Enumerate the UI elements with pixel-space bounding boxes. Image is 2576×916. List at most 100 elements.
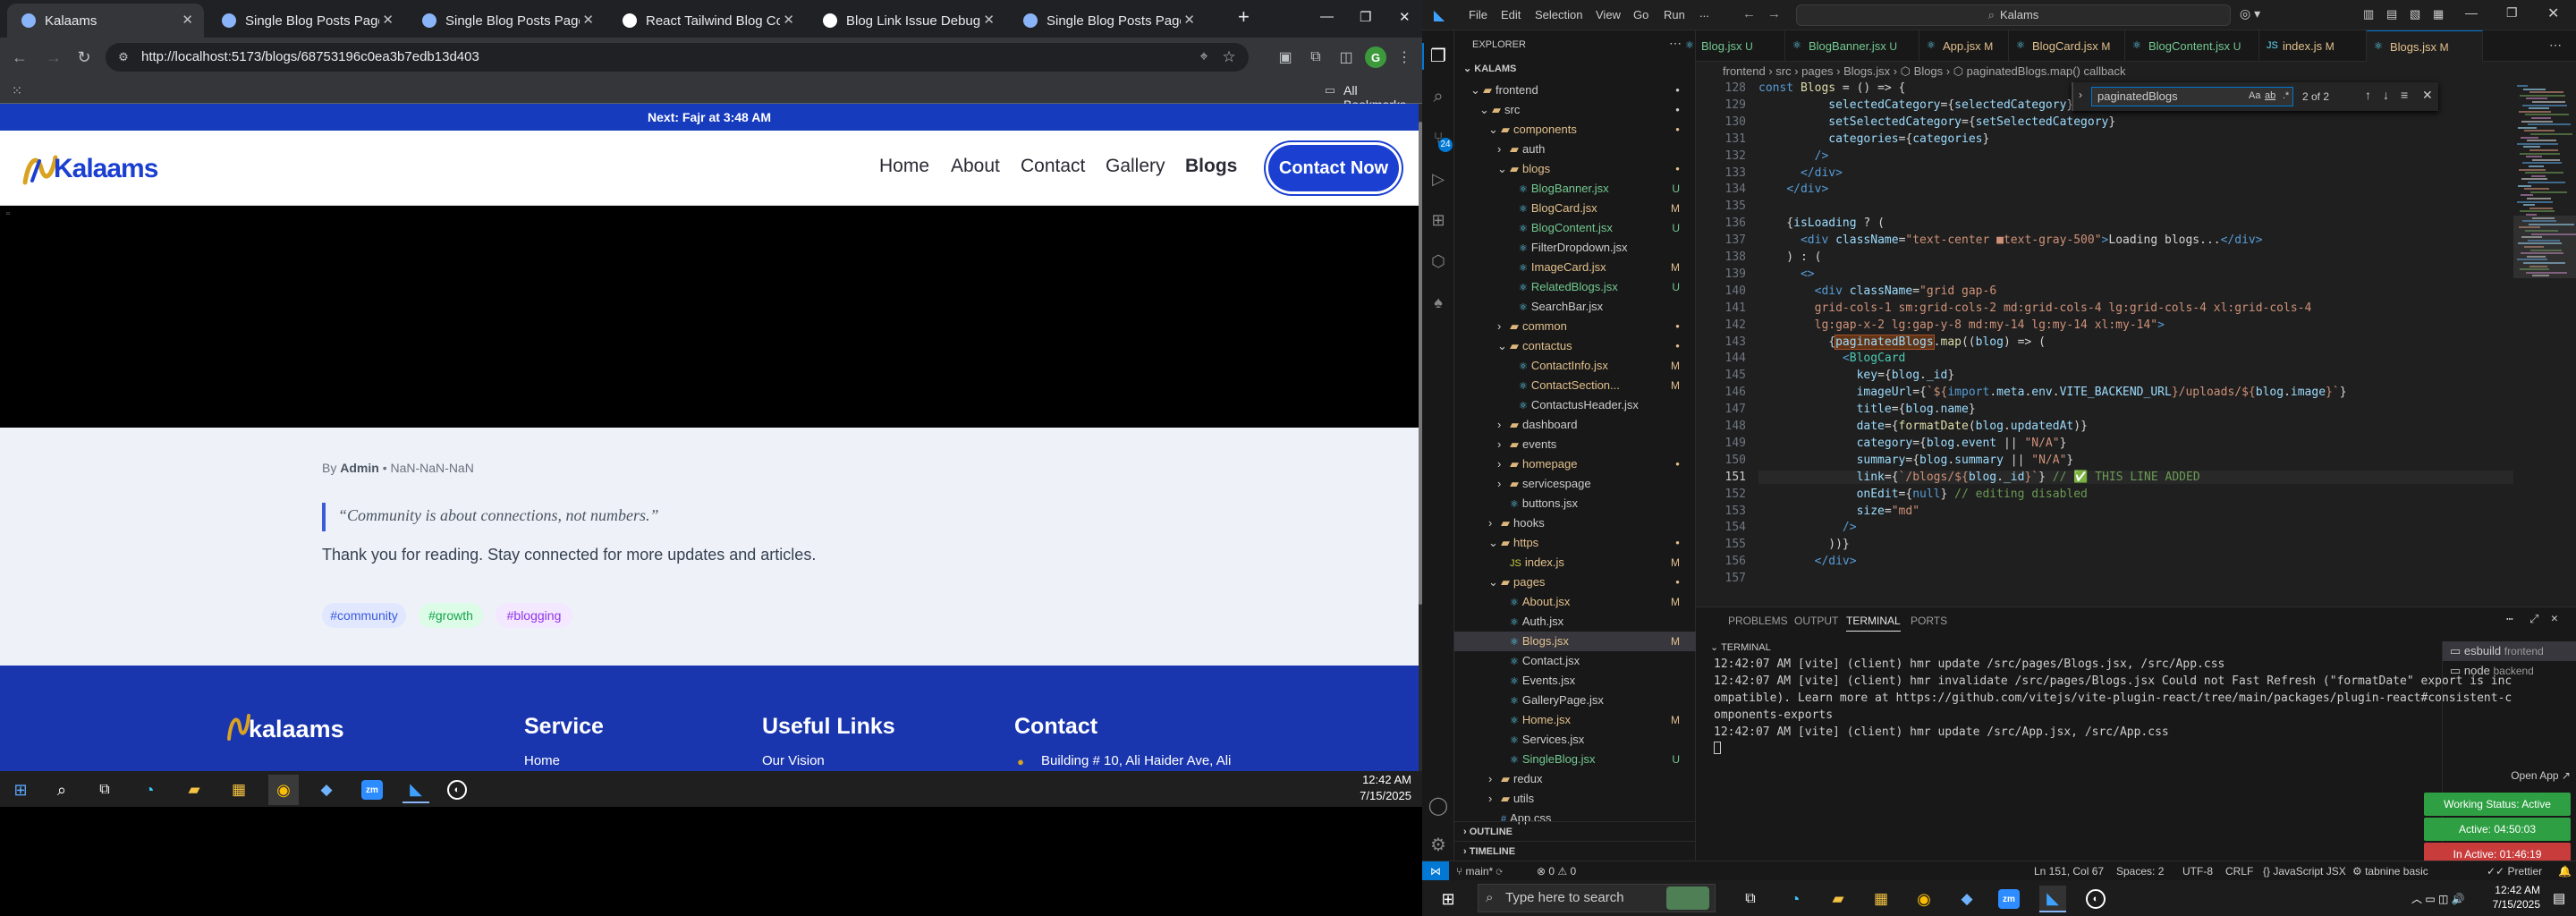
tag-growth[interactable]: #growth (419, 603, 483, 628)
tab-terminal[interactable]: TERMINAL (1846, 615, 1901, 632)
chrome-taskbar-icon[interactable]: ◉ (268, 775, 299, 805)
code-line[interactable]: onEdit={null} // editing disabled (1758, 488, 2088, 501)
location-icon[interactable]: ⌖ (1195, 48, 1213, 66)
workspace-root[interactable]: ⌄ KALAMS (1463, 63, 1516, 74)
code-line[interactable]: </div> (1758, 166, 1843, 180)
browser-tab[interactable]: Single Blog Posts Page Design✕ (1009, 4, 1206, 38)
breadcrumb[interactable]: frontend › src › pages › Blogs.jsx › ⬡ B… (1696, 62, 2576, 81)
edge-icon[interactable]: ◔ (140, 780, 159, 800)
minimap-viewport[interactable] (2513, 216, 2576, 278)
vscode-icon[interactable]: ◣ (402, 776, 429, 803)
folder-item[interactable]: › ▰ servicespage (1454, 474, 1696, 494)
notifications-bell-icon[interactable]: 🔔 (2558, 861, 2572, 881)
file-item[interactable]: ⚛ Blogs.jsx M (1454, 632, 1696, 651)
apps-grid-icon[interactable]: ⁙ (9, 82, 25, 98)
code-editor[interactable]: 128 const Blogs = () => {129 selectedCate… (1696, 81, 2576, 606)
folder-item[interactable]: ⌄ ▰ pages ● (1454, 572, 1696, 592)
tag-community[interactable]: #community (322, 603, 406, 628)
menu-file[interactable]: File (1469, 8, 1487, 21)
tabnine-status[interactable]: ⚙ tabnine basic (2352, 861, 2428, 881)
zoom-icon[interactable]: zm (1998, 889, 2020, 909)
file-explorer-icon[interactable]: ▰ (184, 780, 204, 800)
tab-close-icon[interactable]: ✕ (783, 12, 794, 28)
minimize-icon[interactable]: — (2465, 5, 2478, 20)
extensions-icon[interactable]: ⊞ (1428, 209, 1449, 231)
reload-icon[interactable]: ↻ (73, 47, 95, 68)
folder-item[interactable]: › ▰ utils (1454, 789, 1696, 809)
prettier-status[interactable]: ✓✓ Prettier (2487, 861, 2542, 881)
layout-sidebar-icon[interactable]: ▥ (2363, 7, 2374, 21)
footer-logo-text[interactable]: kalaams (249, 716, 344, 743)
mongodb-leaf-icon[interactable]: ♠ (1428, 292, 1449, 313)
file-item[interactable]: ⚛ Home.jsx M (1454, 710, 1696, 730)
folder-item[interactable]: › ▰ events (1454, 435, 1696, 454)
menu-run[interactable]: Run (1664, 8, 1685, 21)
site-info-icon[interactable]: ⚙ (116, 50, 131, 64)
footer-links-item[interactable]: Our Vision (762, 753, 825, 768)
browser-tab[interactable]: Blog Link Issue Debugging✕ (809, 4, 1005, 38)
zoom-icon[interactable]: zm (361, 780, 383, 800)
site-logo-text[interactable]: Kalaams (54, 154, 158, 184)
code-line[interactable]: <BlogCard (1758, 352, 1905, 365)
code-line[interactable]: <div className="grid gap-6 (1758, 284, 1997, 298)
back-icon[interactable]: ← (9, 47, 30, 68)
file-item[interactable]: ⚛ GalleryPage.jsx (1454, 691, 1696, 710)
file-item[interactable]: ⚛ Events.jsx (1454, 671, 1696, 691)
remote-explorer-icon[interactable]: ⬡ (1428, 250, 1449, 272)
menu-edit[interactable]: Edit (1501, 8, 1521, 21)
match-case-toggle[interactable]: Aa (2249, 90, 2260, 101)
editor-tab[interactable]: ⚛ App.jsx M (1919, 30, 2009, 62)
terminal-esbuild[interactable]: ▭ esbuild frontend (2443, 641, 2576, 661)
folder-item[interactable]: › ▰ dashboard (1454, 415, 1696, 435)
puzzle-icon[interactable]: ⧉ (1306, 47, 1326, 67)
settings-gear-icon[interactable]: ⚙ (1428, 834, 1449, 855)
code-line[interactable]: link={`/blogs/${blog._id}`} // ✅ THIS LI… (1758, 470, 2563, 484)
folder-item[interactable]: ⌄ ▰ components ● (1454, 120, 1696, 140)
line-endings[interactable]: CRLF (2225, 861, 2253, 881)
git-branch[interactable]: ⑂ main* ⟳ (1456, 861, 1503, 881)
maximize-panel-icon[interactable]: ⤢ (2529, 613, 2538, 626)
folder-item[interactable]: › ▰ redux (1454, 769, 1696, 789)
file-item[interactable]: ⚛ ImageCard.jsx M (1454, 258, 1696, 277)
folder-item[interactable]: › ▰ homepage ● (1454, 454, 1696, 474)
code-line[interactable]: categories={categories} (1758, 132, 1989, 146)
editor-tab[interactable]: ⚛ BlogBanner.jsx U (1785, 30, 1919, 62)
edge-icon[interactable]: ◔ (1785, 889, 1805, 909)
folder-item[interactable]: ⌄ ▰ frontend ● (1454, 81, 1696, 100)
folder-item[interactable]: ⌄ ▰ blogs ● (1454, 159, 1696, 179)
task-view-icon[interactable]: ⧉ (1741, 889, 1760, 909)
code-line[interactable]: setSelectedCategory={setSelectedCategory… (1758, 115, 2115, 129)
tab-close-icon[interactable]: ✕ (182, 12, 193, 28)
code-line[interactable]: /> (1758, 521, 1857, 534)
system-tray-icons[interactable]: ︿ ▭ ◫ 🔊 (2411, 891, 2465, 906)
file-item[interactable]: ⚛ Services.jsx (1454, 730, 1696, 750)
code-line[interactable]: <> (1758, 267, 1815, 281)
kebab-menu-icon[interactable]: ⋮ (1395, 47, 1413, 67)
clock-date[interactable]: 7/15/2025 (1349, 789, 1411, 802)
find-expand-icon[interactable]: › (2079, 89, 2082, 101)
file-item[interactable]: ⚛ BlogBanner.jsx U (1454, 179, 1696, 199)
tab-close-icon[interactable]: ✕ (983, 12, 995, 28)
code-line[interactable]: /> (1758, 149, 1829, 163)
code-line[interactable]: const Blogs = () => { (1758, 81, 1905, 95)
folder-item[interactable]: ⌄ ▰ contactus ● (1454, 336, 1696, 356)
chrome-taskbar-icon[interactable]: ◉ (1914, 889, 1934, 909)
file-item[interactable]: ⚛ SingleBlog.jsx U (1454, 750, 1696, 769)
code-line[interactable]: </div> (1758, 555, 1857, 568)
account-icon[interactable]: ◯ (1428, 794, 1449, 816)
run-debug-icon[interactable]: ▷ (1428, 168, 1449, 190)
task-view-icon[interactable]: ⧉ (95, 780, 114, 800)
code-line[interactable]: date={formatDate(blog.updatedAt)} (1758, 420, 2088, 433)
minimize-window-icon[interactable]: — (1320, 9, 1334, 24)
app-icon[interactable]: ◐ (2086, 889, 2106, 909)
menu-go[interactable]: Go (1633, 8, 1648, 21)
language-mode[interactable]: {} JavaScript JSX (2263, 861, 2346, 881)
contact-now-button[interactable]: Contact Now (1268, 145, 1399, 191)
code-line[interactable]: {isLoading ? ( (1758, 216, 1885, 230)
timeline-section[interactable]: › TIMELINE (1454, 841, 1696, 861)
menu-more[interactable]: ... (1699, 6, 1709, 20)
file-item[interactable]: ⚛ ContactSection... M (1454, 376, 1696, 395)
remote-icon[interactable]: ⋈ (1422, 861, 1449, 881)
close-panel-icon[interactable]: ✕ (2551, 612, 2558, 625)
editor-tab[interactable]: ⚛ Blog.jsx U (1678, 30, 1785, 62)
